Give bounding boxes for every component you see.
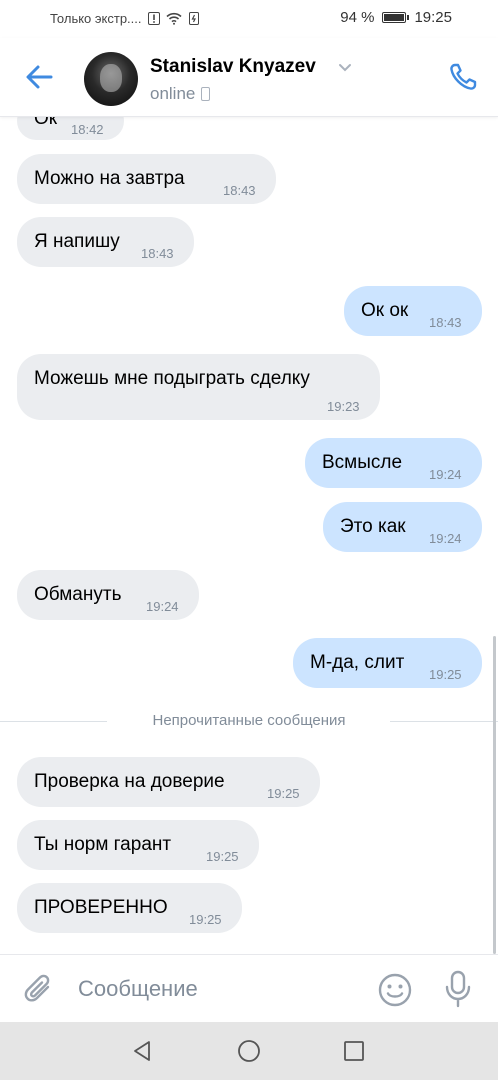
message-bubble[interactable]: Это как 19:24 xyxy=(323,502,482,552)
message-text: Это как xyxy=(340,516,406,537)
message-text: Я напишу xyxy=(34,231,120,252)
chat-header: Stanislav Knyazev online xyxy=(0,38,498,117)
message-bubble[interactable]: Можешь мне подыграть сделку 19:23 xyxy=(17,354,380,420)
message-time: 18:43 xyxy=(223,183,256,198)
message-composer xyxy=(0,954,498,1023)
message-text: Обмануть xyxy=(34,584,122,605)
message-input[interactable] xyxy=(78,971,358,1007)
message-time: 19:25 xyxy=(429,667,462,682)
system-nav-bar xyxy=(0,1022,498,1080)
battery-icon xyxy=(382,12,410,23)
scrollbar[interactable] xyxy=(493,636,496,954)
message-time: 19:24 xyxy=(429,531,462,546)
sim-icon xyxy=(188,12,199,25)
avatar[interactable] xyxy=(84,52,138,106)
message-bubble[interactable]: Ок 18:42 xyxy=(17,116,124,140)
message-text: Можно на завтра xyxy=(34,168,185,189)
message-bubble[interactable]: Можно на завтра 18:43 xyxy=(17,154,276,204)
battery-percent: 94 % xyxy=(340,9,375,26)
paperclip-icon[interactable] xyxy=(22,972,56,1006)
microphone-icon[interactable] xyxy=(443,970,473,1008)
message-text: Ок xyxy=(34,116,58,129)
message-text: Ты норм гарант xyxy=(34,834,172,855)
phone-icon[interactable] xyxy=(446,60,480,94)
message-bubble[interactable]: М-да, слит 19:25 xyxy=(293,638,482,688)
status-bar: Только экстр.... 94 % 19:25 xyxy=(0,0,498,38)
message-text: Проверка на доверие xyxy=(34,771,225,792)
unread-divider: Непрочитанные сообщения xyxy=(0,711,498,733)
contact-name[interactable]: Stanislav Knyazev xyxy=(150,56,316,78)
message-bubble[interactable]: Проверка на доверие 19:25 xyxy=(17,757,320,807)
message-text: ПРОВЕРЕННО xyxy=(34,897,168,918)
message-time: 18:43 xyxy=(141,246,174,261)
arrow-left-icon[interactable] xyxy=(22,60,56,94)
message-text: Можешь мне подыграть сделку xyxy=(34,368,310,389)
message-bubble[interactable]: Ок ок 18:43 xyxy=(344,286,482,336)
message-time: 18:43 xyxy=(429,315,462,330)
message-bubble[interactable]: Всмысле 19:24 xyxy=(305,438,482,488)
message-bubble[interactable]: Обмануть 19:24 xyxy=(17,570,199,620)
wifi-icon xyxy=(165,12,182,25)
battery-fill xyxy=(384,14,405,21)
message-text: М-да, слит xyxy=(310,652,405,673)
status-time: 19:25 xyxy=(414,9,452,26)
carrier-label: Только экстр.... xyxy=(50,11,142,26)
status-right: 94 % 19:25 xyxy=(340,9,452,26)
message-bubble[interactable]: Я напишу 18:43 xyxy=(17,217,194,267)
smile-icon[interactable] xyxy=(377,972,413,1008)
avatar-photo xyxy=(100,64,122,92)
nav-back-icon[interactable] xyxy=(130,1039,154,1063)
message-bubble[interactable]: Ты норм гарант 19:25 xyxy=(17,820,259,870)
message-text: Всмысле xyxy=(322,452,403,473)
mobile-device-icon xyxy=(201,87,211,101)
message-text: Ок ок xyxy=(361,300,409,321)
nav-home-icon[interactable] xyxy=(237,1039,261,1063)
status-left: Только экстр.... xyxy=(50,11,200,26)
message-bubble[interactable]: ПРОВЕРЕННО 19:25 xyxy=(17,883,242,933)
chevron-down-icon[interactable] xyxy=(338,63,352,73)
message-time: 19:23 xyxy=(327,399,360,414)
message-time: 19:25 xyxy=(267,786,300,801)
nav-recents-icon[interactable] xyxy=(343,1040,365,1062)
message-time: 19:25 xyxy=(189,912,222,927)
message-list[interactable]: Ок 18:42 Можно на завтра 18:43 Я напишу … xyxy=(0,116,498,954)
presence-label: online xyxy=(150,84,196,103)
message-time: 19:25 xyxy=(206,849,239,864)
message-time: 19:24 xyxy=(429,467,462,482)
alert-icon xyxy=(147,12,160,25)
message-time: 18:42 xyxy=(71,122,104,137)
presence-status: online xyxy=(150,84,211,104)
divider-line xyxy=(390,721,498,722)
message-time: 19:24 xyxy=(146,599,179,614)
